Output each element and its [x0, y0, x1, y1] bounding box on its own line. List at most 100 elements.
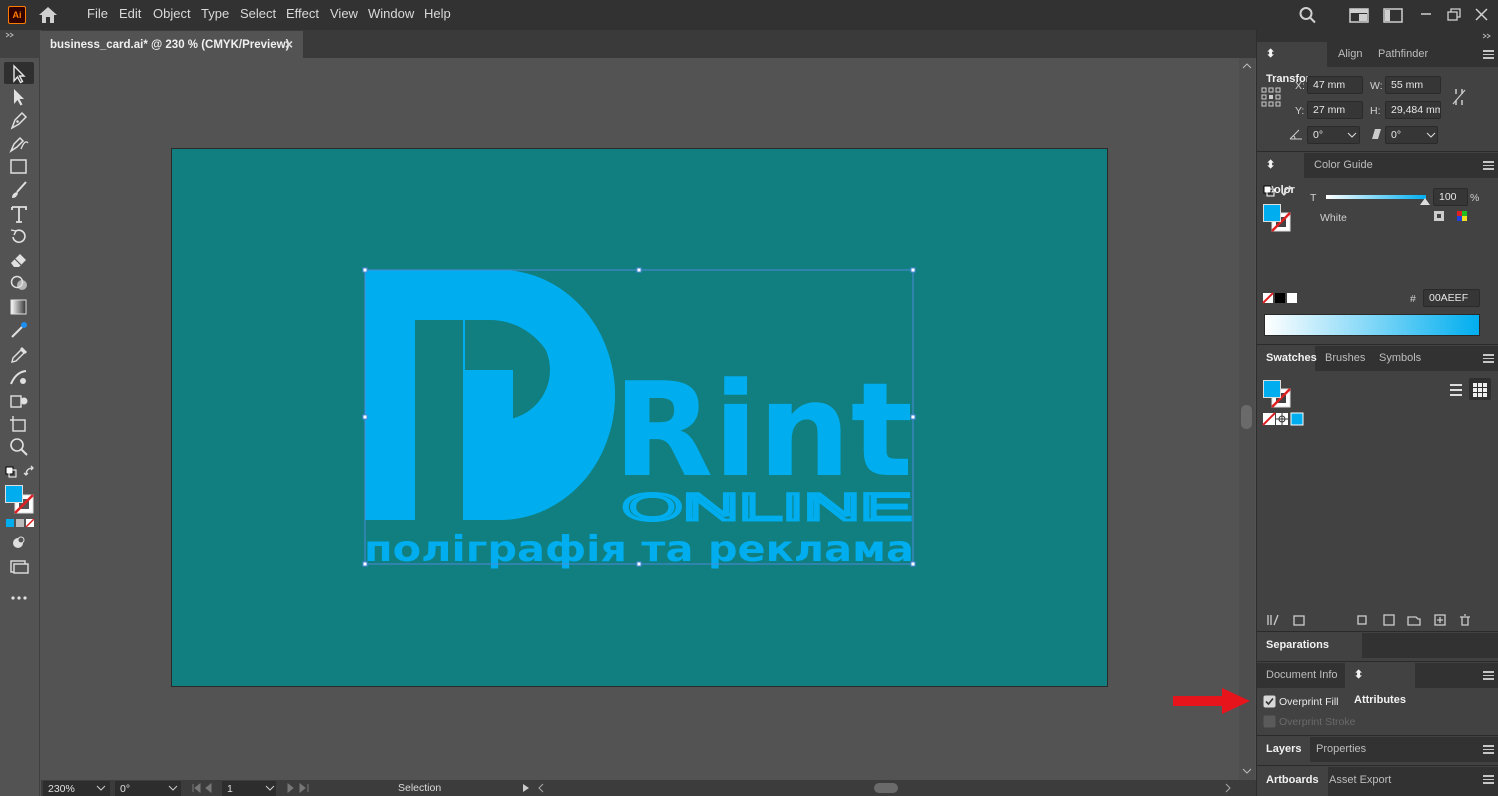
- tab-asset-export[interactable]: Asset Export: [1320, 767, 1400, 796]
- shape-builder-tool-icon[interactable]: [8, 274, 30, 294]
- tab-attributes[interactable]: ⬍ Attributes: [1345, 663, 1415, 706]
- menu-select[interactable]: Select: [240, 6, 276, 21]
- tab-transform[interactable]: ⬍ Transform: [1257, 42, 1327, 85]
- color-spectrum-icon[interactable]: [1456, 210, 1468, 222]
- type-tool-icon[interactable]: [8, 204, 30, 224]
- eraser-tool-icon[interactable]: [8, 250, 30, 270]
- x-field[interactable]: 47 mm: [1307, 76, 1363, 94]
- tab-color[interactable]: ⬍ Color: [1257, 153, 1304, 196]
- rectangle-tool-icon[interactable]: [8, 157, 30, 177]
- chevron-down-icon[interactable]: [96, 784, 106, 792]
- tools-panel-header[interactable]: [0, 30, 40, 58]
- arrange-documents-icon[interactable]: [1383, 6, 1403, 24]
- pen-tool-icon[interactable]: [8, 110, 30, 130]
- tab-properties[interactable]: Properties: [1307, 737, 1375, 762]
- color-mode-buttons[interactable]: [5, 518, 35, 528]
- panel-menu-icon[interactable]: [1483, 48, 1494, 60]
- tab-document-info[interactable]: Document Info: [1257, 663, 1347, 688]
- chevron-down-icon[interactable]: [1426, 131, 1436, 139]
- collapse-icon[interactable]: [1482, 33, 1492, 39]
- panel-menu-icon[interactable]: [1483, 669, 1494, 681]
- list-view-icon[interactable]: [1448, 382, 1464, 398]
- tab-align[interactable]: Align: [1329, 42, 1371, 67]
- search-icon[interactable]: [1298, 6, 1318, 24]
- vertical-scrollbar-thumb[interactable]: [1241, 405, 1252, 429]
- default-fill-stroke-icon[interactable]: [1263, 185, 1275, 197]
- chevron-down-icon[interactable]: [168, 784, 178, 792]
- fill-swatch[interactable]: [5, 485, 23, 503]
- tab-swatches[interactable]: Swatches: [1257, 346, 1317, 371]
- horizontal-scrollbar-thumb[interactable]: [874, 783, 898, 793]
- collapse-icon[interactable]: [5, 32, 15, 38]
- restore-icon[interactable]: [1444, 6, 1464, 24]
- tab-brushes[interactable]: Brushes: [1316, 346, 1374, 371]
- paintbrush-tool-icon[interactable]: [8, 180, 30, 200]
- chevron-down-icon[interactable]: [265, 784, 275, 792]
- tab-artboards[interactable]: Artboards: [1257, 767, 1328, 796]
- panel-menu-icon[interactable]: [1483, 773, 1494, 785]
- tab-color-guide[interactable]: Color Guide: [1305, 153, 1382, 178]
- document-tab[interactable]: business_card.ai* @ 230 % (CMYK/Preview)…: [41, 31, 303, 58]
- menu-effect[interactable]: Effect: [286, 6, 319, 21]
- overprint-fill-checkbox[interactable]: [1263, 695, 1276, 708]
- menu-edit[interactable]: Edit: [119, 6, 141, 21]
- menu-object[interactable]: Object: [153, 6, 191, 21]
- zoom-tool-icon[interactable]: [8, 437, 30, 457]
- swatches-fill-swatch[interactable]: [1263, 380, 1281, 398]
- close-icon[interactable]: [1472, 6, 1492, 24]
- tab-separations-preview[interactable]: Separations Preview: [1257, 633, 1362, 676]
- reference-point-icon[interactable]: [1261, 87, 1281, 107]
- none-black-white-swatches[interactable]: [1262, 292, 1300, 304]
- tint-slider-handle[interactable]: [1420, 198, 1430, 206]
- rotate-tool-icon[interactable]: [8, 227, 30, 247]
- blend-tool-icon[interactable]: [8, 367, 30, 387]
- more-tools-icon[interactable]: [8, 588, 30, 608]
- scroll-up-icon[interactable]: [1242, 62, 1252, 70]
- workspace-icon[interactable]: [1349, 6, 1369, 24]
- mesh-tool-icon[interactable]: [8, 320, 30, 340]
- menu-type[interactable]: Type: [201, 6, 229, 21]
- swap-fill-stroke-icon[interactable]: [23, 465, 37, 479]
- tab-symbols[interactable]: Symbols: [1370, 346, 1430, 371]
- panel-menu-icon[interactable]: [1483, 743, 1494, 755]
- y-field[interactable]: 27 mm: [1307, 101, 1363, 119]
- drawing-modes-icon[interactable]: [8, 533, 30, 553]
- width-field[interactable]: 55 mm: [1385, 76, 1441, 94]
- minimize-icon[interactable]: [1416, 6, 1436, 24]
- status-menu-arrow-icon[interactable]: [522, 783, 530, 793]
- direct-selection-tool-icon[interactable]: [8, 87, 30, 107]
- constrain-proportions-icon[interactable]: [1451, 87, 1467, 107]
- symbol-sprayer-tool-icon[interactable]: [8, 390, 30, 410]
- out-of-web-gamut-icon[interactable]: [1433, 210, 1445, 222]
- artboard-next-last-icon[interactable]: [286, 783, 316, 793]
- height-field[interactable]: 29,484 mm: [1385, 101, 1441, 119]
- artboard-tool-icon[interactable]: [8, 414, 30, 434]
- selection-tool-icon[interactable]: [8, 64, 30, 84]
- tab-layers[interactable]: Layers: [1257, 737, 1311, 762]
- menu-view[interactable]: View: [330, 6, 358, 21]
- home-icon[interactable]: [38, 6, 58, 24]
- panel-menu-icon[interactable]: [1483, 352, 1494, 364]
- panel-menu-icon[interactable]: [1483, 159, 1494, 171]
- hex-field[interactable]: 00AEEF: [1423, 289, 1480, 307]
- default-fill-stroke-icon[interactable]: [5, 466, 17, 478]
- menu-window[interactable]: Window: [368, 6, 414, 21]
- menu-help[interactable]: Help: [424, 6, 451, 21]
- logo-artwork[interactable]: Rint ONLINE поліграфія та реклама: [360, 265, 920, 570]
- chevron-down-icon[interactable]: [1347, 131, 1357, 139]
- menu-file[interactable]: File: [87, 6, 108, 21]
- screen-mode-icon[interactable]: [8, 557, 30, 577]
- tab-pathfinder[interactable]: Pathfinder: [1369, 42, 1437, 67]
- gradient-tool-icon[interactable]: [8, 297, 30, 317]
- tint-value-field[interactable]: 100: [1433, 188, 1468, 206]
- swatch-list[interactable]: [1262, 412, 1304, 426]
- tint-slider-track[interactable]: [1326, 195, 1426, 199]
- curvature-tool-icon[interactable]: [8, 133, 30, 153]
- scroll-down-icon[interactable]: [1242, 767, 1252, 775]
- color-ramp[interactable]: [1264, 314, 1480, 336]
- swap-fill-stroke-icon[interactable]: [1281, 185, 1295, 199]
- scroll-left-icon[interactable]: [537, 783, 545, 793]
- dock-header[interactable]: [1257, 30, 1498, 42]
- scroll-right-icon[interactable]: [1224, 783, 1232, 793]
- document-close-button[interactable]: ×: [285, 36, 293, 52]
